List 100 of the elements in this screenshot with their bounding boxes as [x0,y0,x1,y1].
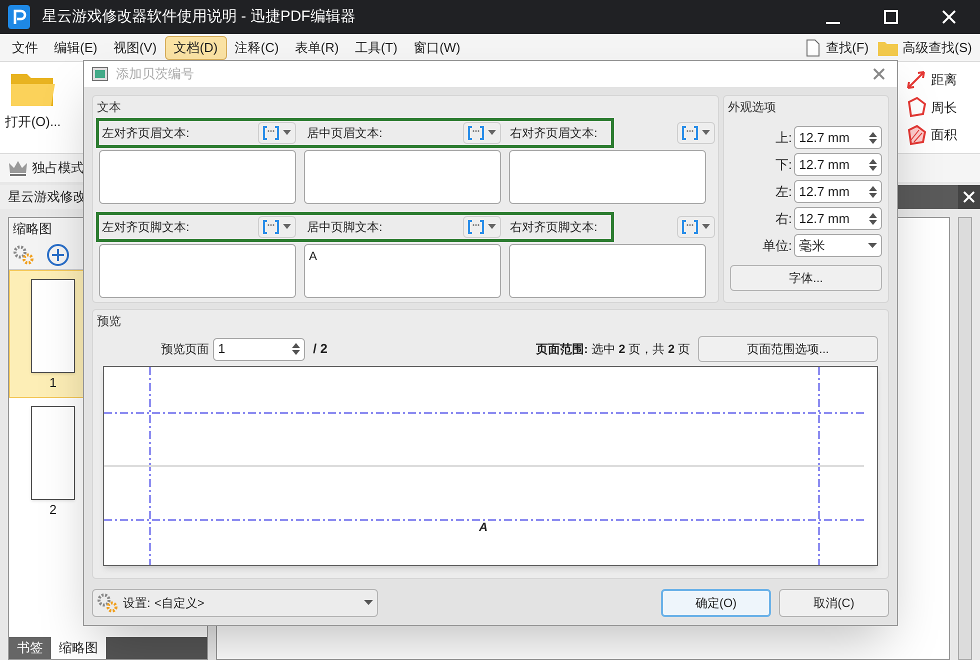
bracket-dots-icon [682,220,698,234]
spinner-arrows-icon [869,212,877,226]
field-label: 下: [775,156,792,174]
text-input-field[interactable] [509,150,706,204]
text-input-field[interactable] [509,244,706,298]
caret-icon [488,130,496,136]
plus-icon [52,248,64,260]
bracket-dots-icon [468,220,484,234]
field-label: 左: [775,182,792,201]
spinner-arrows-icon [869,130,877,144]
menu-item[interactable]: 文档(D) [164,36,227,60]
insert-macro-button[interactable] [677,216,715,238]
caret-icon [283,130,291,136]
panel-tab[interactable]: 缩略图 [51,637,106,659]
spinner-arrows-icon [292,342,300,356]
window-title: 星云游戏修改器软件使用说明 - 迅捷PDF编辑器 [42,6,356,27]
maximize-icon [883,9,899,25]
field-label: 单位: [762,236,792,255]
menu-item[interactable]: 工具(T) [346,36,406,60]
field-label: 右: [775,210,792,228]
panel-tab[interactable]: 书签 [9,637,51,659]
distance-measure-icon [905,68,927,91]
text-input-field[interactable]: A [304,244,501,298]
insert-macro-button[interactable] [463,216,501,238]
dialog-icon [92,67,108,81]
search-tool-button[interactable]: 高级查找(S) [872,38,976,58]
page-total: / 2 [313,340,328,358]
menu-item[interactable]: 注释(C) [226,36,287,60]
dialog-title: 添加贝茨编号 [116,65,195,84]
spinner-arrows-icon [869,158,877,172]
dialog-button[interactable]: 确定(O) [661,589,771,617]
document-icon [804,38,822,56]
field-label: 右对齐页脚文本: [509,219,598,236]
menu-item[interactable]: 窗口(W) [405,36,468,60]
field-label: 左对齐页眉文本: [102,125,190,142]
page-number: 2 [49,500,57,518]
page-thumbnail-item[interactable]: 2 [9,398,207,523]
spin-field[interactable]: 12.7 mm [794,153,882,176]
group-title: 外观选项 [727,99,777,116]
search-tool-button[interactable]: 查找(F) [800,38,873,58]
bracket-dots-icon [468,126,484,140]
group-title: 预览 [96,313,122,330]
spin-field[interactable]: 12.7 mm [794,180,882,203]
app-logo-icon [8,5,30,29]
text-input-field[interactable] [99,244,296,298]
caret-icon [283,224,291,230]
field-label: 居中页眉文本: [307,125,384,142]
gear-icon [13,244,35,264]
group-title: 文本 [96,99,122,116]
close-icon [963,191,975,203]
measure-tool-button[interactable]: 面积 [905,124,980,146]
menu-item[interactable]: 文件 [4,36,46,60]
text-input-field[interactable] [304,150,501,204]
gear-icon [97,593,119,613]
insert-macro-button[interactable] [677,122,715,144]
area-measure-icon [905,124,927,146]
bracket-dots-icon [682,126,698,140]
caret-icon [488,224,496,230]
spin-field[interactable]: 12.7 mm [794,207,882,230]
minimize-icon [826,22,840,24]
caret-icon [702,224,710,230]
caret-icon [702,130,710,136]
measure-tool-button[interactable]: 距离 [905,68,980,91]
insert-macro-button[interactable] [258,216,296,238]
page-spin-field[interactable]: 1 [213,338,305,360]
close-icon [941,9,957,25]
measure-tool-button[interactable]: 周长 [905,96,980,118]
unit-dropdown[interactable]: 毫米 [794,234,882,257]
spin-field[interactable]: 12.7 mm [794,126,882,149]
crown-icon [8,159,28,177]
page-range-options-button[interactable]: 页面范围选项... [698,336,878,362]
field-label: 居中页脚文本: [307,219,384,236]
insert-macro-button[interactable] [463,122,501,144]
text-input-field[interactable] [99,150,296,204]
font-button[interactable]: 字体... [730,265,882,291]
footer-preview-text: A [479,519,488,536]
field-label: 左对齐页脚文本: [102,219,190,236]
settings-dropdown[interactable]: 设置: <自定义> [92,589,378,617]
scroll-bar[interactable] [958,217,972,660]
open-button[interactable]: 打开(O)... [0,62,66,153]
page-range-text: 页面范围: 选中 2 页，共 2 页 [536,341,690,358]
perimeter-measure-icon [905,96,927,118]
settings-button[interactable] [13,244,35,264]
bracket-dots-icon [263,126,279,140]
field-label: 上: [775,128,792,147]
add-button[interactable] [47,244,69,266]
dialog-button[interactable]: 取消(C) [779,589,889,617]
field-label: 右对齐页眉文本: [509,125,598,142]
dropdown-caret-icon [868,242,877,248]
close-button[interactable] [958,185,980,209]
close-icon [873,68,885,80]
menu-item[interactable]: 编辑(E) [46,36,106,60]
menu-item[interactable]: 表单(R) [286,36,347,60]
field-label: 预览页面 [161,341,209,358]
insert-macro-button[interactable] [258,122,296,144]
menu-item[interactable]: 视图(V) [105,36,165,60]
bracket-dots-icon [263,220,279,234]
dropdown-caret-icon [364,600,373,606]
page-number: 1 [49,374,57,392]
spinner-arrows-icon [869,184,877,198]
